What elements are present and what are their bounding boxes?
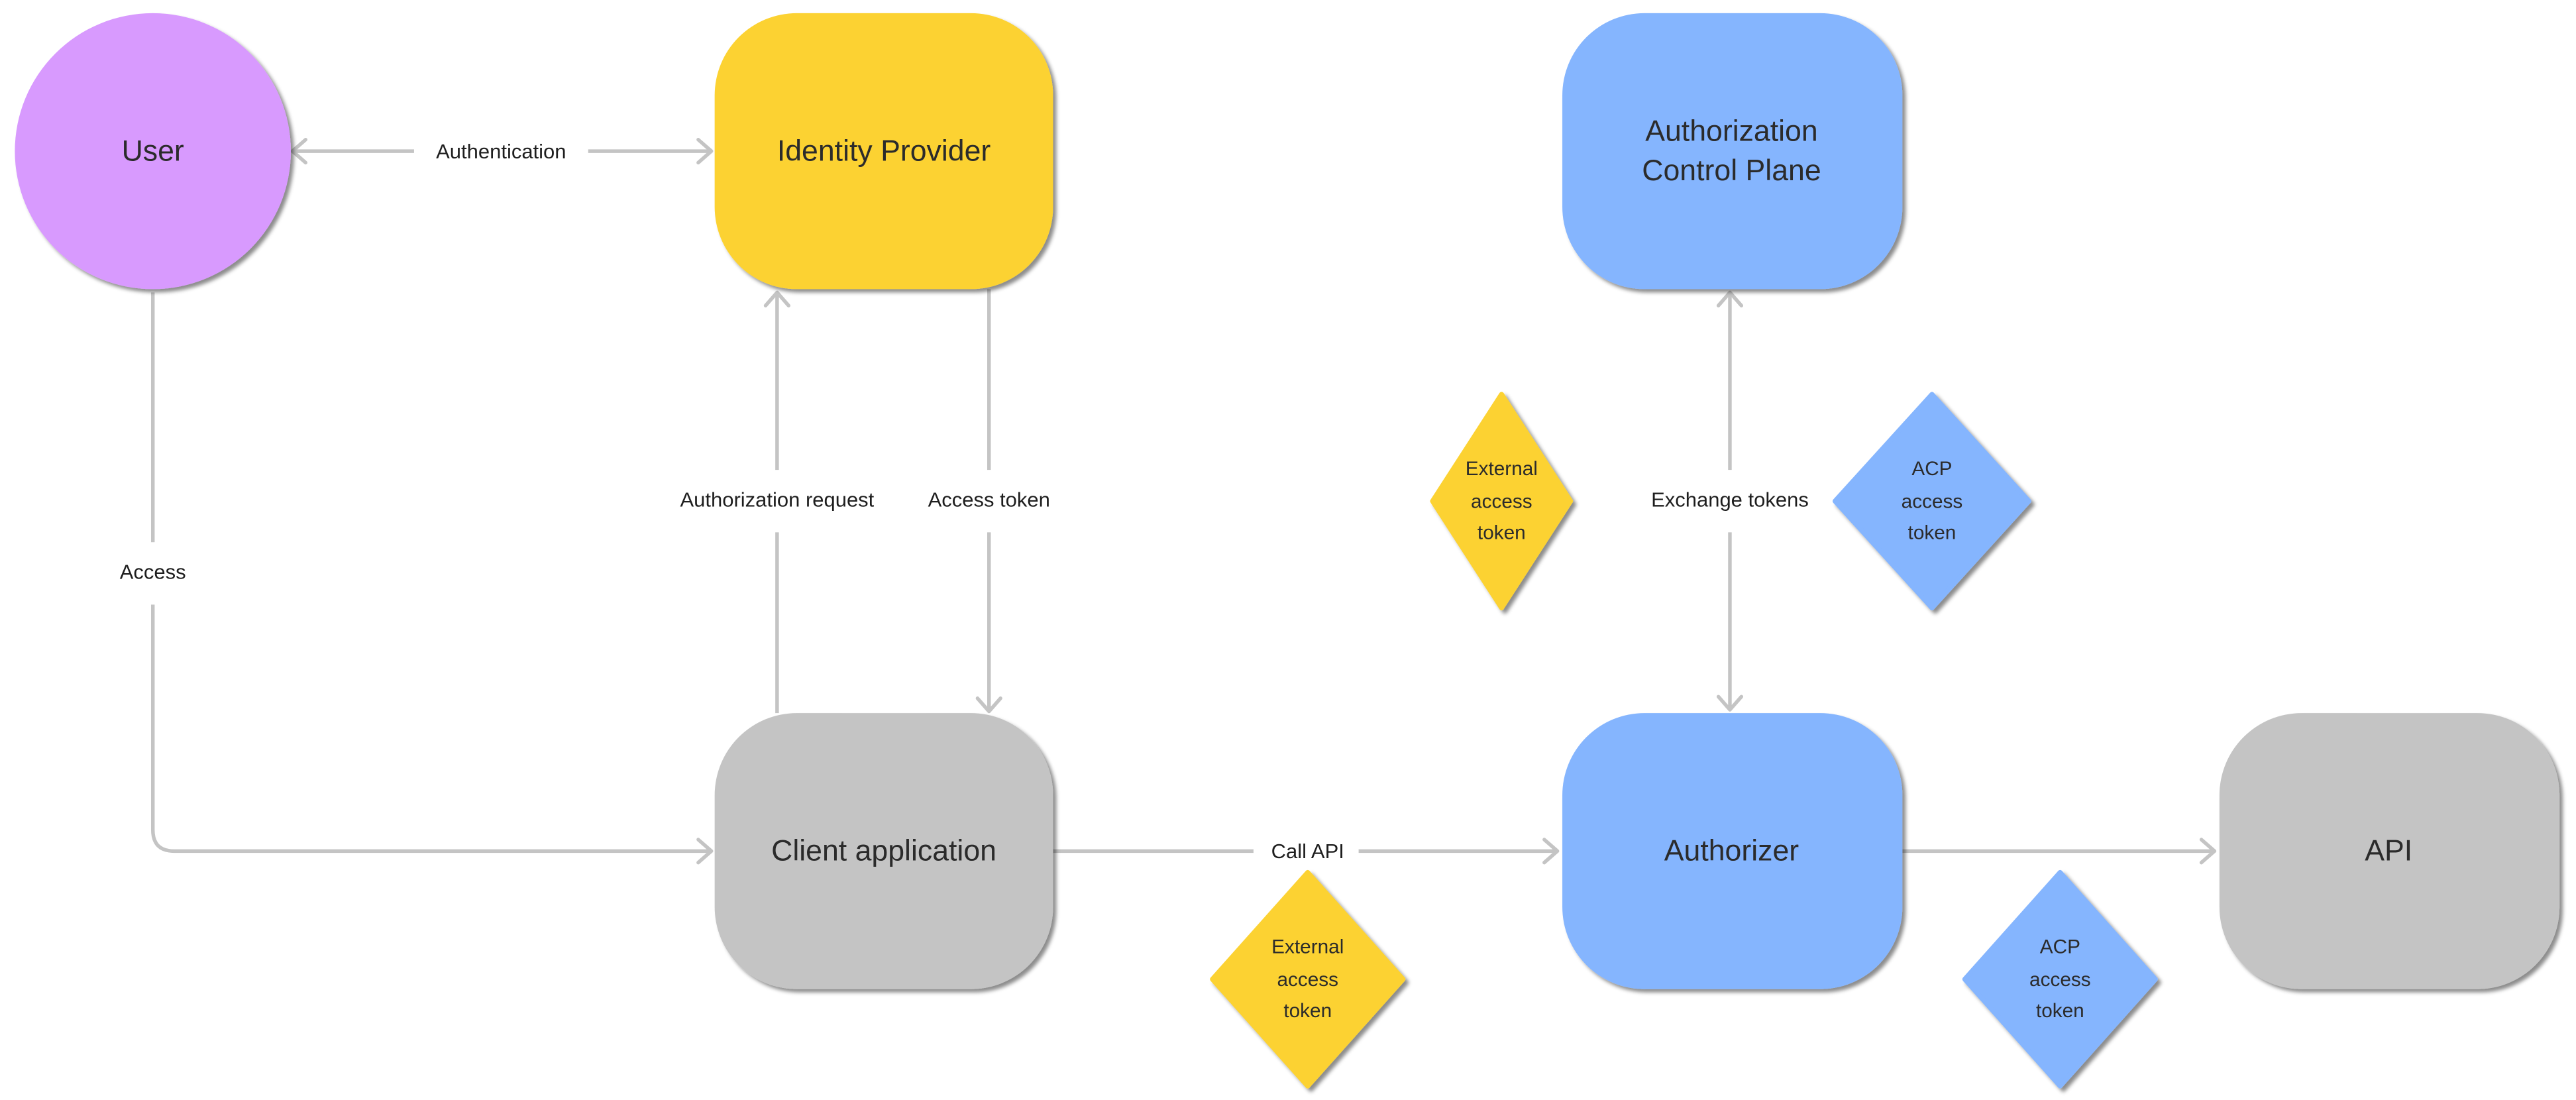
token-text: token bbox=[2036, 1000, 2084, 1022]
token-text: token bbox=[1477, 522, 1526, 544]
token-text: External bbox=[1466, 458, 1538, 480]
edge-label-authentication: Authentication bbox=[436, 140, 566, 163]
edge-authorizer-to-api bbox=[1902, 838, 2217, 865]
node-label-acp-line1: Authorization bbox=[1645, 115, 1817, 148]
token-text: token bbox=[1908, 522, 1957, 544]
edge-call-api: Call API bbox=[1053, 834, 1560, 868]
token-text: access bbox=[1471, 491, 1532, 513]
edge-access: Access bbox=[101, 292, 714, 865]
edge-exchange-tokens: Exchange tokens bbox=[1636, 290, 1824, 712]
node-label-authorizer: Authorizer bbox=[1664, 835, 1799, 867]
token-acp-lower: ACP access token bbox=[1962, 869, 2158, 1089]
token-text: ACP bbox=[1911, 458, 1952, 480]
architecture-diagram: Authentication Access Authorization requ… bbox=[15, 13, 2560, 1089]
node-identity-provider[interactable]: Identity Provider bbox=[714, 13, 1053, 290]
edge-label-exchange-tokens: Exchange tokens bbox=[1651, 488, 1809, 511]
token-external-upper: External access token bbox=[1430, 392, 1574, 611]
edge-label-access-token: Access token bbox=[928, 488, 1050, 511]
token-text: External bbox=[1271, 936, 1344, 958]
edge-authorization-request: Authorization request bbox=[663, 290, 890, 714]
node-authorization-control-plane[interactable]: Authorization Control Plane bbox=[1562, 13, 1903, 290]
node-label-client: Client application bbox=[771, 835, 996, 867]
node-api[interactable]: API bbox=[2219, 713, 2560, 989]
node-user[interactable]: User bbox=[15, 13, 291, 290]
token-text: access bbox=[1277, 969, 1338, 991]
token-text: access bbox=[2029, 969, 2091, 991]
token-acp-upper: ACP access token bbox=[1832, 392, 2031, 611]
node-label-user: User bbox=[122, 135, 184, 167]
token-text: ACP bbox=[2040, 936, 2080, 958]
edge-authentication: Authentication bbox=[290, 135, 714, 168]
token-text: access bbox=[1902, 491, 1963, 513]
edge-label-authorization-request: Authorization request bbox=[680, 488, 874, 511]
node-client-application[interactable]: Client application bbox=[714, 713, 1053, 989]
edge-access-token: Access token bbox=[913, 289, 1065, 714]
token-external-lower: External access token bbox=[1210, 869, 1406, 1089]
node-authorizer[interactable]: Authorizer bbox=[1562, 713, 1903, 989]
token-text: token bbox=[1283, 1000, 1332, 1022]
node-label-acp-line2: Control Plane bbox=[1642, 154, 1821, 187]
node-label-identity-provider: Identity Provider bbox=[777, 135, 991, 167]
edge-label-call-api: Call API bbox=[1271, 840, 1344, 863]
node-label-api: API bbox=[2365, 835, 2412, 867]
edge-label-access: Access bbox=[120, 561, 186, 584]
